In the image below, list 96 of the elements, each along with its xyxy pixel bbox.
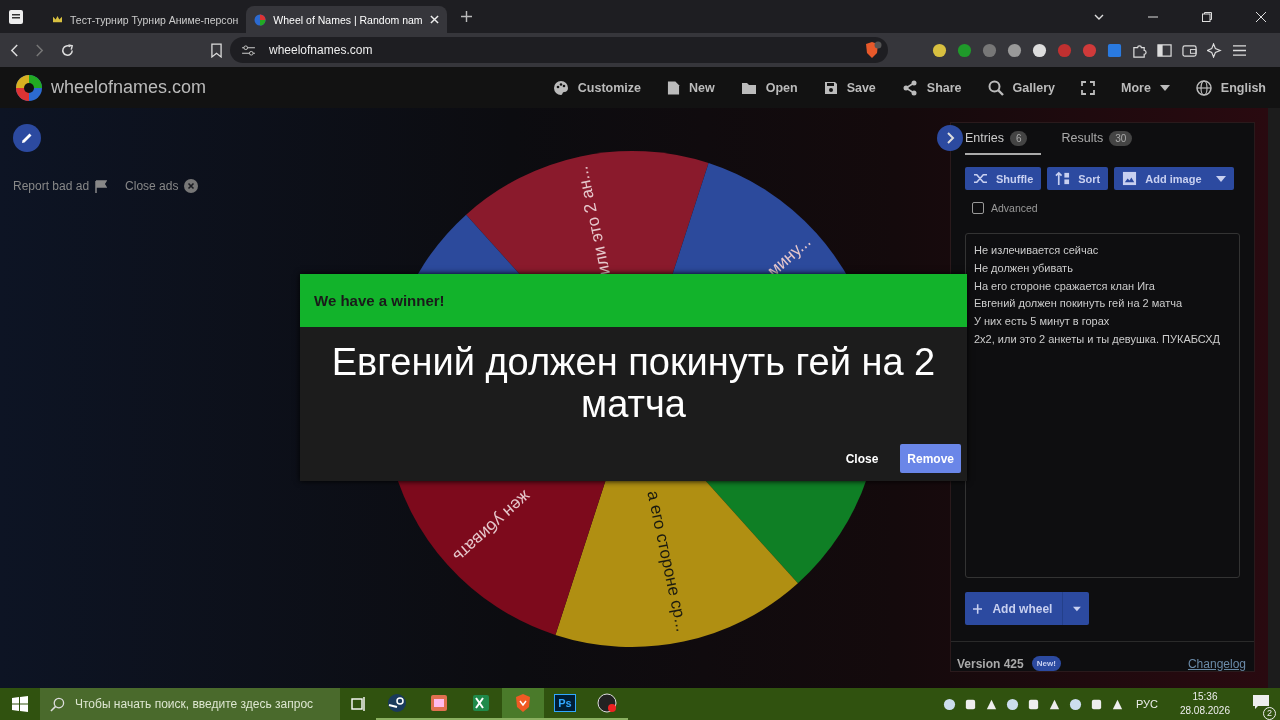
sort-button[interactable]: Sort (1047, 167, 1109, 190)
back-icon[interactable] (10, 43, 19, 57)
menu-item[interactable]: Save (823, 80, 876, 95)
tray-icon[interactable] (984, 697, 998, 711)
new-tab-icon[interactable] (460, 11, 472, 22)
shuffle-button[interactable]: Shuffle (965, 167, 1042, 190)
palette-icon (552, 79, 569, 96)
entry-line: Евгений должен покинуть гей на 2 матча (974, 296, 1184, 312)
search-field[interactable]: Чтобы начать поиск, введите здесь запрос (40, 688, 340, 720)
panel-tab[interactable]: Results 30 (1061, 123, 1133, 155)
scrollbar[interactable] (1268, 108, 1280, 688)
tab-menu-icon[interactable] (8, 8, 24, 25)
entry-line: Не излечивается сейчас (974, 243, 1100, 258)
notification-count: 2 (1263, 707, 1276, 720)
tray-icon[interactable] (963, 697, 977, 711)
plus-icon (973, 602, 983, 615)
browser-tab[interactable]: Тест-турнир Турнир Аниме-персон (44, 6, 247, 33)
tray-icon[interactable] (942, 697, 956, 711)
winner-text: Евгений должен покинуть гей на 2 матча (330, 340, 937, 425)
caret-icon[interactable] (1073, 605, 1081, 612)
clock-time[interactable]: 15:36 (1192, 690, 1218, 704)
version-label: Version 425 (957, 656, 1024, 671)
notifications-icon[interactable] (1252, 694, 1270, 710)
restore-icon[interactable] (1202, 11, 1212, 22)
globe-icon (1195, 79, 1212, 96)
tray-icon[interactable] (1068, 697, 1082, 711)
address-bar[interactable]: wheelofnames.com (230, 37, 888, 63)
wheel-icon (254, 13, 267, 26)
extension-icon[interactable] (1032, 42, 1047, 58)
fullscreen-icon[interactable] (1080, 80, 1095, 95)
flag-icon[interactable] (95, 179, 108, 193)
search-icon (987, 79, 1004, 96)
sidebar-icon[interactable] (1157, 42, 1172, 58)
caret-icon (1159, 84, 1170, 91)
site-settings-icon[interactable] (242, 44, 255, 56)
panel-tab[interactable]: Entries 6 (965, 123, 1042, 155)
task-view-icon[interactable] (350, 696, 366, 712)
extension-icon[interactable] (932, 42, 947, 58)
logo-icon[interactable] (15, 73, 43, 102)
close-ads-link[interactable]: Close ads (125, 179, 179, 193)
forward-icon[interactable] (35, 43, 44, 57)
browser-tab[interactable]: Wheel of Names | Random nam (246, 6, 447, 33)
tray-icon[interactable] (1026, 697, 1040, 711)
tray-icon[interactable] (1089, 697, 1103, 711)
tray-icon[interactable] (1005, 697, 1019, 711)
entry-line: У них есть 5 минут в горах (974, 314, 1111, 330)
report-ad-link[interactable]: Report bad ad (13, 179, 90, 193)
menu-item[interactable]: Share (901, 79, 962, 96)
slice-label: или это 2 ан... (572, 164, 614, 277)
bookmark-icon[interactable] (211, 42, 222, 58)
sparkle-icon[interactable] (1207, 42, 1222, 58)
advanced-checkbox[interactable] (972, 202, 984, 214)
tray-icon[interactable] (1110, 697, 1124, 711)
file-icon (666, 79, 680, 96)
caret-icon (1215, 175, 1226, 182)
wallet-icon[interactable] (1182, 42, 1197, 58)
edit-button[interactable] (13, 124, 41, 152)
sort-icon (1055, 171, 1071, 186)
close-icon[interactable] (429, 15, 439, 24)
clock-date[interactable]: 28.08.2026 (1179, 704, 1230, 718)
reload-icon[interactable] (60, 42, 75, 58)
chevron-down-icon[interactable] (1094, 13, 1104, 20)
menu-item[interactable]: Open (740, 80, 798, 95)
close-icon[interactable] (1256, 11, 1266, 22)
image-icon (1122, 171, 1138, 186)
menu-item[interactable]: Customize (552, 79, 641, 96)
image-button[interactable]: Add image (1114, 167, 1234, 190)
extension-icon[interactable] (1007, 42, 1022, 58)
shield-icon[interactable] (864, 41, 882, 59)
puzzle-icon[interactable] (1132, 42, 1147, 58)
crown-icon (52, 15, 63, 24)
add-wheel-button[interactable]: Add wheel (965, 592, 1089, 625)
menu-item[interactable]: New (666, 79, 715, 96)
collapse-button[interactable] (937, 125, 963, 151)
entry-line: 2x2, или это 2 анкеты и ты девушка. ПУКАБСХД (974, 332, 1221, 347)
site-logo[interactable]: wheelofnames.com (51, 77, 207, 98)
save-icon (823, 80, 838, 95)
language-indicator[interactable]: РУС (1135, 698, 1158, 710)
menu-item[interactable]: Gallery (987, 79, 1055, 96)
tray-icon[interactable] (1047, 697, 1061, 711)
entry-line: Не должен убивать (974, 260, 1074, 276)
slice-label: а его стороне ср... (643, 488, 692, 634)
changelog-link[interactable]: Changelog (1187, 656, 1246, 671)
menu-icon[interactable] (1232, 43, 1247, 57)
close-button[interactable]: Close (835, 444, 889, 473)
dialog-title: We have a winner! (314, 292, 445, 309)
new-badge: New! (1031, 656, 1061, 671)
menu-item[interactable]: English (1195, 79, 1266, 96)
entry-line: На его стороне сражается клан Ига (974, 278, 1156, 294)
menu-item[interactable]: More (1120, 80, 1170, 95)
shuffle-icon (973, 172, 988, 185)
pencil-icon (21, 132, 33, 144)
checkbox-label: Advanced (991, 202, 1038, 214)
share-icon (901, 79, 918, 96)
windows-icon[interactable] (12, 696, 28, 712)
folder-icon (740, 80, 757, 95)
